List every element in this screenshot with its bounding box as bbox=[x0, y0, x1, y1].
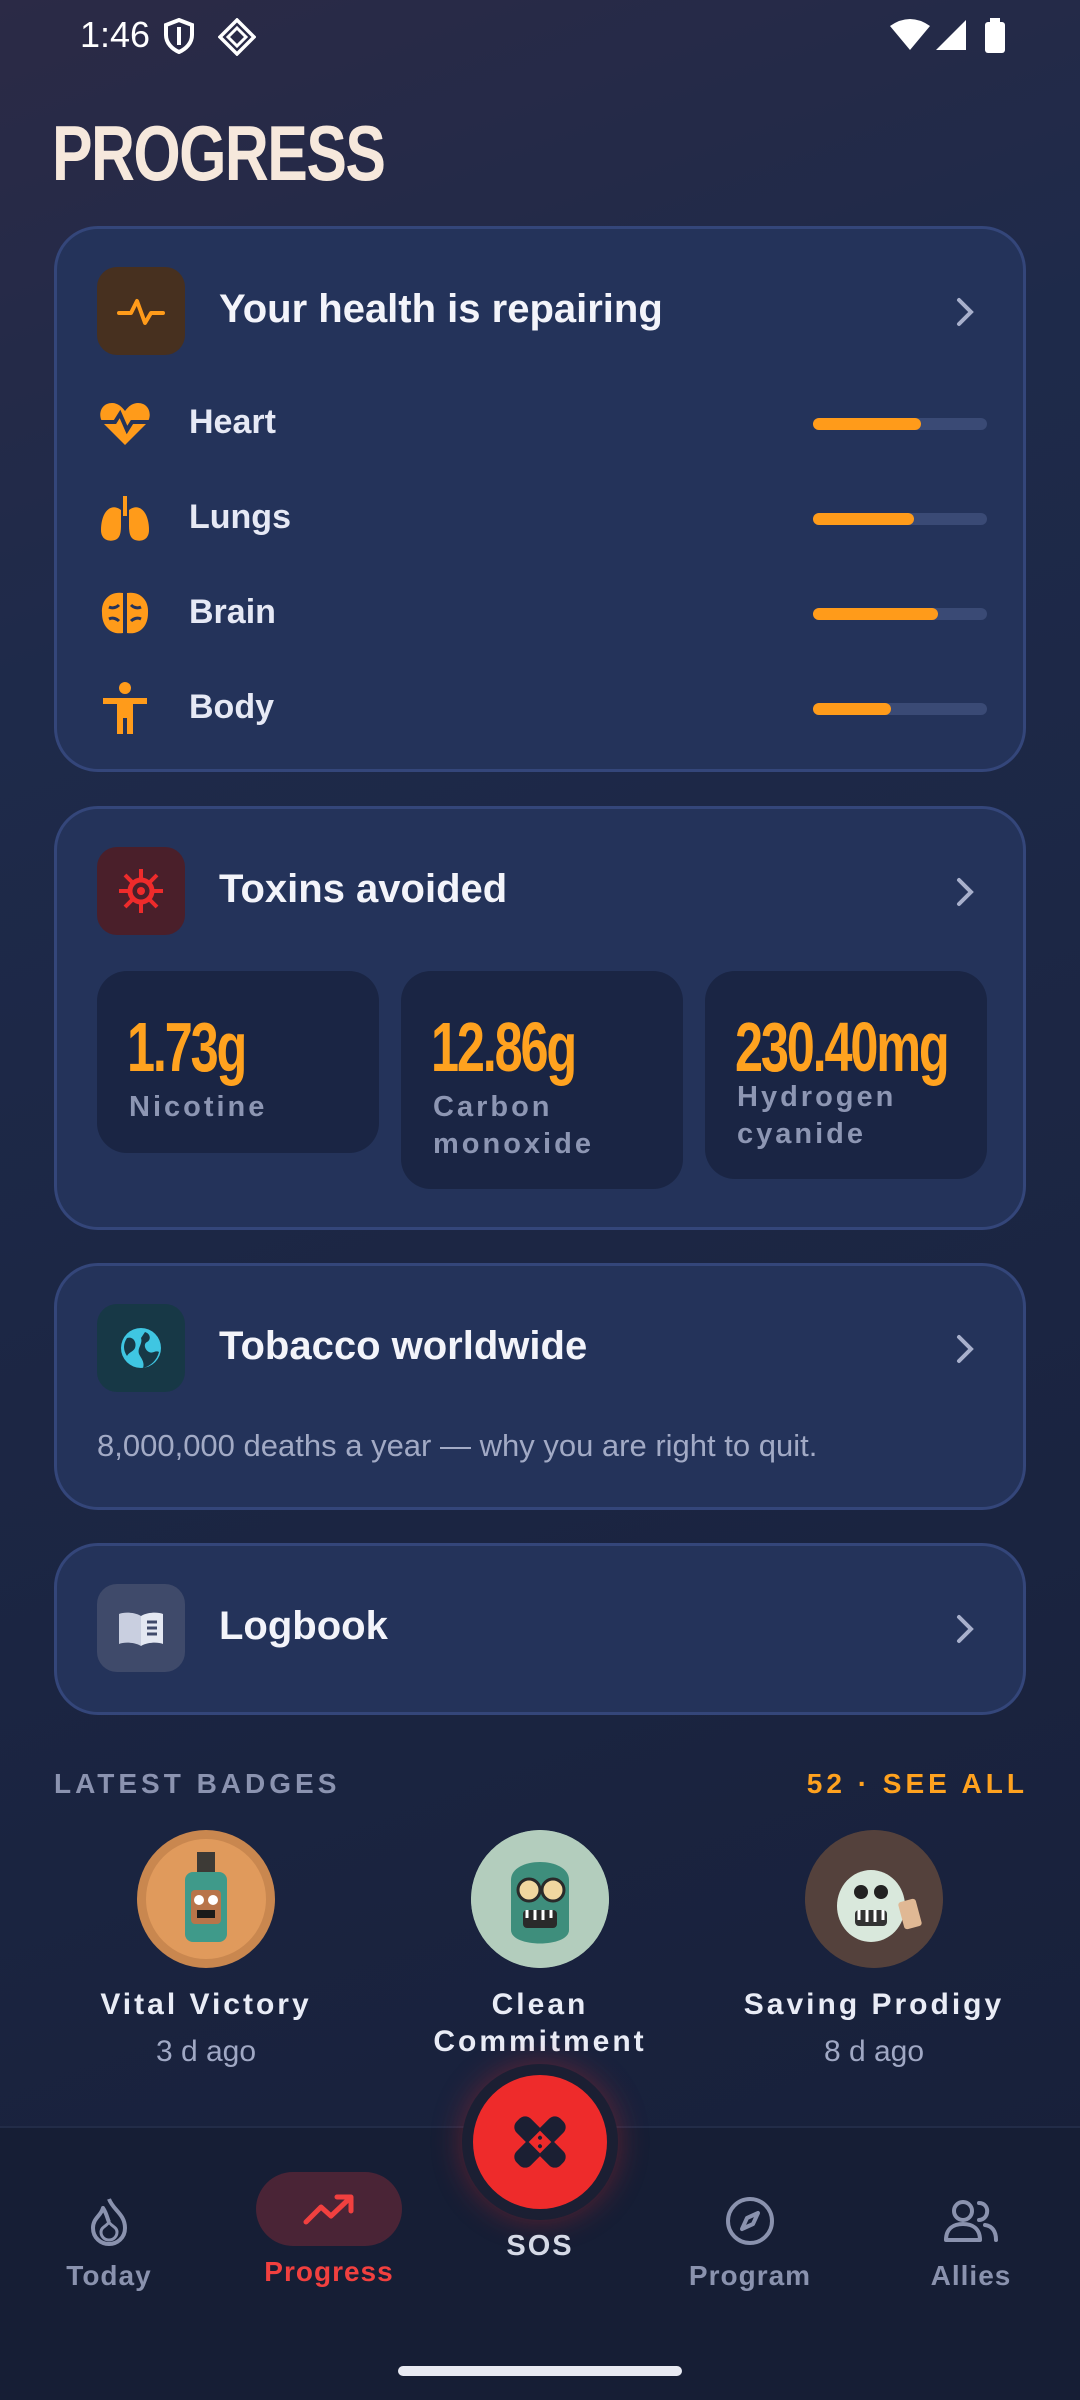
health-row-brain: Brain bbox=[97, 581, 987, 641]
badge-avatar bbox=[471, 1830, 609, 1968]
toxins-card[interactable]: Toxins avoided 1.73g Nicotine 12.86g Car… bbox=[54, 806, 1026, 1230]
badge-date: 3 d ago bbox=[155, 2035, 257, 2068]
badge-item[interactable]: Clean Commitment bbox=[390, 1830, 690, 2072]
signal-icon bbox=[934, 18, 968, 57]
sos-label: SOS bbox=[506, 2230, 574, 2262]
chevron-right-icon bbox=[953, 1332, 977, 1371]
badge-item[interactable]: Vital Victory 3 d ago bbox=[56, 1830, 356, 2069]
page-title: PROGRESS bbox=[52, 109, 386, 197]
progress-track bbox=[813, 418, 987, 430]
shield-icon bbox=[163, 17, 195, 59]
body-icon bbox=[97, 680, 153, 736]
diamond-icon bbox=[217, 17, 257, 61]
toxins-card-title: Toxins avoided bbox=[219, 867, 508, 911]
nav-label: Today bbox=[66, 2260, 152, 2291]
toxin-label: Hydrogen cyanide bbox=[737, 1081, 897, 1150]
toxin-tile-carbon-monoxide: 12.86g Carbon monoxide bbox=[401, 971, 683, 1189]
nav-allies[interactable]: Allies bbox=[896, 2192, 1046, 2292]
progress-track bbox=[813, 608, 987, 620]
tobacco-note: 8,000,000 deaths a year — why you are ri… bbox=[97, 1428, 818, 1463]
nav-label: Allies bbox=[930, 2260, 1012, 2291]
heart-pulse-icon bbox=[97, 395, 153, 451]
badge-name: Saving Prodigy bbox=[743, 1988, 1005, 2021]
toxin-tile-nicotine: 1.73g Nicotine bbox=[97, 971, 379, 1153]
health-row-body: Body bbox=[97, 676, 987, 736]
toxin-value: 12.86g bbox=[431, 1008, 577, 1086]
tobacco-card[interactable]: Tobacco worldwide 8,000,000 deaths a yea… bbox=[54, 1263, 1026, 1510]
health-label: Body bbox=[189, 688, 274, 726]
chevron-right-icon bbox=[953, 1612, 977, 1651]
users-icon bbox=[896, 2192, 1046, 2250]
badge-avatar bbox=[137, 1830, 275, 1968]
trending-up-icon bbox=[256, 2172, 402, 2246]
badge-avatar bbox=[805, 1830, 943, 1968]
book-icon bbox=[97, 1584, 185, 1672]
toxin-tile-hydrogen-cyanide: 230.40mg Hydrogen cyanide bbox=[705, 971, 987, 1179]
progress-fill bbox=[813, 608, 939, 620]
toxin-value: 1.73g bbox=[127, 1008, 247, 1086]
badge-date: 8 d ago bbox=[823, 2035, 925, 2068]
health-label: Brain bbox=[189, 593, 276, 631]
badge-item[interactable]: Saving Prodigy 8 d ago bbox=[724, 1830, 1024, 2069]
status-bar: 1:46 bbox=[0, 0, 1080, 72]
health-card-title: Your health is repairing bbox=[219, 287, 663, 331]
chevron-right-icon bbox=[953, 295, 977, 334]
nav-today[interactable]: Today bbox=[34, 2192, 184, 2292]
status-time: 1:46 bbox=[80, 14, 151, 55]
home-indicator[interactable] bbox=[398, 2366, 682, 2376]
lungs-icon bbox=[97, 490, 153, 546]
health-label: Lungs bbox=[189, 498, 291, 536]
progress-fill bbox=[813, 703, 892, 715]
logbook-card-title: Logbook bbox=[219, 1604, 388, 1648]
health-row-lungs: Lungs bbox=[97, 486, 987, 546]
virus-icon bbox=[97, 847, 185, 935]
nav-program[interactable]: Program bbox=[675, 2192, 825, 2292]
nav-label: Progress bbox=[264, 2256, 394, 2287]
toxin-label: Nicotine bbox=[129, 1091, 268, 1123]
health-row-heart: Heart bbox=[97, 391, 987, 451]
progress-fill bbox=[813, 513, 914, 525]
sos-button[interactable] bbox=[462, 2064, 618, 2220]
battery-icon bbox=[984, 18, 1006, 59]
badge-name: Vital Victory bbox=[100, 1988, 312, 2021]
logbook-card[interactable]: Logbook bbox=[54, 1543, 1026, 1715]
badges-section-label: LATEST BADGES bbox=[54, 1768, 341, 1799]
health-card-header[interactable]: Your health is repairing bbox=[97, 267, 987, 355]
toxin-label: Carbon monoxide bbox=[433, 1091, 594, 1160]
nav-progress[interactable]: Progress bbox=[254, 2172, 404, 2288]
progress-track bbox=[813, 703, 987, 715]
chevron-right-icon bbox=[953, 875, 977, 914]
progress-fill bbox=[813, 418, 921, 430]
toxins-card-header[interactable]: Toxins avoided bbox=[97, 847, 987, 935]
tobacco-card-title: Tobacco worldwide bbox=[219, 1324, 588, 1368]
logbook-card-header[interactable]: Logbook bbox=[97, 1584, 987, 1672]
bandage-icon bbox=[473, 2075, 607, 2209]
nav-label: Program bbox=[688, 2260, 812, 2291]
pulse-icon bbox=[97, 267, 185, 355]
see-all-badges-link[interactable]: 52 · SEE ALL bbox=[807, 1768, 1028, 1800]
brain-icon bbox=[97, 585, 153, 641]
toxin-value: 230.40mg bbox=[735, 1008, 950, 1086]
globe-icon bbox=[97, 1304, 185, 1392]
compass-icon bbox=[675, 2192, 825, 2250]
flame-icon bbox=[34, 2192, 184, 2250]
tobacco-card-header[interactable]: Tobacco worldwide bbox=[97, 1304, 987, 1392]
health-card[interactable]: Your health is repairing Heart Lungs Bra… bbox=[54, 226, 1026, 772]
wifi-icon bbox=[890, 18, 930, 57]
health-label: Heart bbox=[189, 403, 276, 441]
badge-name: Clean Commitment bbox=[433, 1988, 647, 2058]
progress-track bbox=[813, 513, 987, 525]
